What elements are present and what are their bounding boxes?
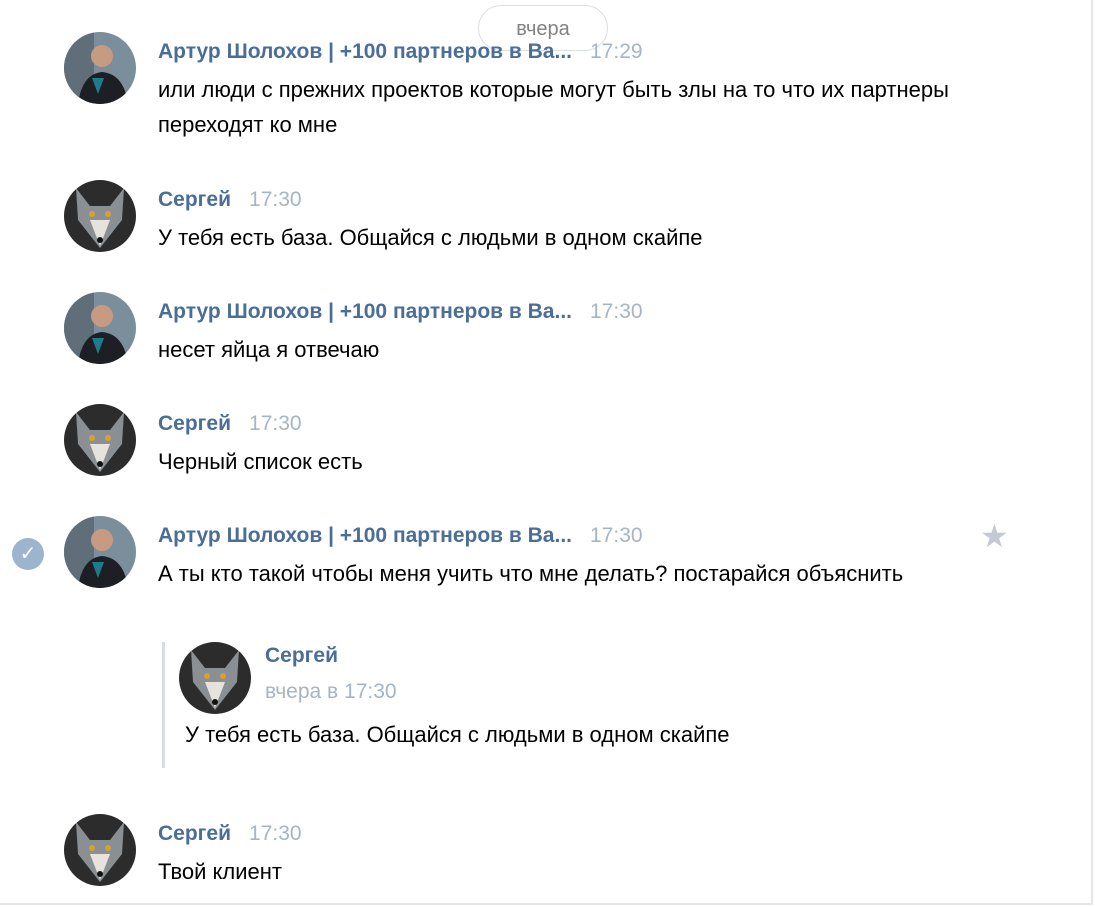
message-time[interactable]: 17:29 xyxy=(590,40,643,63)
message-item[interactable]: Сергей 17:30 Черный список есть xyxy=(0,404,1060,484)
author-name[interactable]: Сергей xyxy=(158,822,231,845)
message-time[interactable]: 17:30 xyxy=(249,412,302,435)
message-text: А ты кто такой чтобы меня учить что мне … xyxy=(158,561,904,586)
author-name[interactable]: Артур Шолохов | +100 партнеров в Ва... xyxy=(158,300,572,323)
message-item[interactable]: Артур Шолохов | +100 партнеров в Ва... 17… xyxy=(0,32,1060,142)
message-text: Твой клиент xyxy=(158,859,283,884)
message-time[interactable]: 17:30 xyxy=(590,524,643,547)
message-item[interactable]: Сергей 17:30 Твой клиент xyxy=(0,814,1060,894)
message-header: Артур Шолохов | +100 партнеров в Ва... 17… xyxy=(158,40,643,64)
message-header: Артур Шолохов | +100 партнеров в Ва... 17… xyxy=(158,300,643,324)
message-header: Сергей 17:30 xyxy=(158,188,302,212)
avatar[interactable] xyxy=(64,404,136,476)
forwarded-author-name[interactable]: Сергей xyxy=(265,644,338,668)
avatar[interactable] xyxy=(64,814,136,886)
message-time[interactable]: 17:30 xyxy=(249,822,302,845)
message-item-selected[interactable]: ✓ Артур Шолохов | +100 партнеров в Ва...… xyxy=(0,516,1060,776)
avatar[interactable] xyxy=(179,642,251,714)
author-name[interactable]: Сергей xyxy=(158,188,231,211)
author-name[interactable]: Сергей xyxy=(158,412,231,435)
message-time[interactable]: 17:30 xyxy=(249,188,302,211)
star-icon[interactable]: ★ xyxy=(980,518,1009,554)
message-text: Черный список есть xyxy=(158,449,363,474)
avatar[interactable] xyxy=(64,32,136,104)
message-text: или люди с прежних проектов которые могу… xyxy=(158,77,949,137)
forwarded-text: У тебя есть база. Общайся с людьми в одн… xyxy=(185,722,730,747)
message-time[interactable]: 17:30 xyxy=(590,300,643,323)
avatar[interactable] xyxy=(64,180,136,252)
check-circle-icon[interactable]: ✓ xyxy=(12,538,44,570)
avatar[interactable] xyxy=(64,292,136,364)
author-name[interactable]: Артур Шолохов | +100 партнеров в Ва... xyxy=(158,40,572,63)
message-text: У тебя есть база. Общайся с людьми в одн… xyxy=(158,225,703,250)
message-text: несет яйца я отвечаю xyxy=(158,337,380,362)
message-item[interactable]: Артур Шолохов | +100 партнеров в Ва... 17… xyxy=(0,292,1060,372)
message-header: Артур Шолохов | +100 партнеров в Ва... 17… xyxy=(158,524,643,548)
author-name[interactable]: Артур Шолохов | +100 партнеров в Ва... xyxy=(158,524,572,547)
avatar[interactable] xyxy=(64,516,136,588)
forwarded-message[interactable]: Сергей вчера в 17:30 У тебя есть база. О… xyxy=(162,642,885,768)
forwarded-time[interactable]: вчера в 17:30 xyxy=(265,680,397,704)
message-header: Сергей 17:30 xyxy=(158,412,302,436)
message-item[interactable]: Сергей 17:30 У тебя есть база. Общайся с … xyxy=(0,180,1060,260)
message-header: Сергей 17:30 xyxy=(158,822,302,846)
